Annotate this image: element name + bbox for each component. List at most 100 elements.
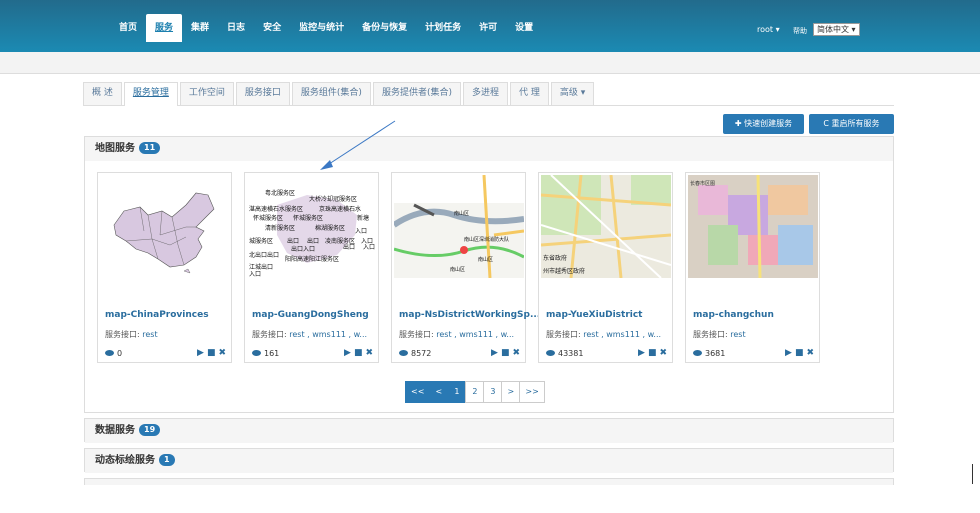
nav-services[interactable]: 服务 (146, 14, 183, 42)
data-services-header[interactable]: 数据服务 19 (85, 419, 893, 443)
service-name[interactable]: map-ChinaProvinces (105, 310, 209, 320)
stop-icon[interactable]: ■ (648, 348, 657, 358)
view-count: 43381 (558, 349, 584, 358)
more-panel (84, 478, 894, 485)
tab-overview[interactable]: 概 述 (83, 82, 122, 105)
map-thumbnail[interactable] (100, 175, 230, 278)
stop-icon[interactable]: ■ (501, 348, 510, 358)
tab-workspace[interactable]: 工作空间 (179, 82, 234, 105)
nav-home[interactable]: 首页 (110, 14, 146, 42)
interfaces-label: 服务接口: (399, 330, 434, 339)
map-label: 入口 (249, 271, 261, 278)
page-2[interactable]: 2 (465, 381, 485, 403)
tab-service-components[interactable]: 服务组件(集合) (291, 82, 371, 105)
play-icon[interactable]: ▶ (197, 348, 204, 358)
map-label: 怀城服务区 (293, 214, 323, 222)
restart-all-services-button[interactable]: C 重启所有服务 (809, 114, 894, 134)
map-label: 新塘 (357, 214, 369, 222)
page-first[interactable]: << (405, 381, 431, 403)
card-footer: 161 ▶ ■ ✖ (252, 348, 373, 358)
page-next[interactable]: > (501, 381, 521, 403)
service-card: 粤北服务区 大桥冷却冠服务区 湛高速横石水服务区 京珠高速横石水 怀城服务区 怀… (244, 172, 379, 363)
interfaces-label: 服务接口: (693, 330, 728, 339)
view-count: 8572 (411, 349, 432, 358)
tab-service-interface[interactable]: 服务接口 (235, 82, 290, 105)
dynamic-plotting-header[interactable]: 动态标绘服务 1 (85, 449, 893, 473)
interfaces-label: 服务接口: (546, 330, 581, 339)
nav-monitoring[interactable]: 监控与统计 (290, 14, 353, 42)
eye-icon (399, 350, 408, 356)
nav-backup[interactable]: 备份与恢复 (353, 14, 416, 42)
nav-security[interactable]: 安全 (254, 14, 290, 42)
eye-icon (546, 350, 555, 356)
play-icon[interactable]: ▶ (638, 348, 645, 358)
map-label: 京珠高速横石水 (319, 205, 361, 213)
map-label: 湛高速横石水服务区 (249, 205, 303, 213)
stop-icon[interactable]: ■ (795, 348, 804, 358)
nav-scheduled-tasks[interactable]: 计划任务 (416, 14, 470, 42)
tab-advanced[interactable]: 高级 ▾ (550, 82, 595, 105)
tab-service-providers[interactable]: 服务提供者(集合) (372, 82, 461, 105)
top-navbar: 首页 服务 集群 日志 安全 监控与统计 备份与恢复 计划任务 许可 设置 ro… (0, 0, 980, 52)
language-select[interactable]: 简体中文 ▾ (813, 23, 860, 36)
quick-create-service-button[interactable]: ✚ 快速创建服务 (723, 114, 804, 134)
interfaces-value[interactable]: rest , wms111 , w... (289, 330, 367, 339)
page-prev[interactable]: < (429, 381, 449, 403)
map-thumbnail[interactable]: 南山区深圳消防大队 南山区 南山区 南山区 (394, 175, 524, 278)
map-label: 南山区 (454, 210, 469, 217)
tab-multiprocess[interactable]: 多进程 (462, 82, 508, 105)
service-name[interactable]: map-GuangDongSheng (252, 310, 369, 320)
stop-icon[interactable]: ■ (207, 348, 216, 358)
card-actions: ▶ ■ ✖ (341, 348, 373, 358)
map-label: 粤北服务区 (265, 189, 295, 197)
delete-icon[interactable]: ✖ (218, 348, 226, 358)
service-interfaces: 服务接口: rest , wms111 , w... (252, 329, 367, 340)
play-icon[interactable]: ▶ (785, 348, 792, 358)
delete-icon[interactable]: ✖ (365, 348, 373, 358)
tab-service-management[interactable]: 服务管理 (123, 82, 178, 106)
nav-license[interactable]: 许可 (470, 14, 506, 42)
map-thumbnail[interactable]: 长春市区图 (688, 175, 818, 278)
service-interfaces: 服务接口: rest , wms111 , w... (399, 329, 514, 340)
interfaces-value[interactable]: rest , wms111 , w... (583, 330, 661, 339)
nav-logs[interactable]: 日志 (218, 14, 254, 42)
map-label: 入口 (363, 244, 375, 251)
play-icon[interactable]: ▶ (344, 348, 351, 358)
dynamic-plotting-panel: 动态标绘服务 1 (84, 448, 894, 473)
view-count: 161 (264, 349, 280, 358)
map-thumbnail[interactable]: 粤北服务区 大桥冷却冠服务区 湛高速横石水服务区 京珠高速横石水 怀城服务区 怀… (247, 175, 377, 278)
view-count: 0 (117, 349, 123, 358)
map-label: 江城出口 (249, 263, 273, 271)
interfaces-value[interactable]: rest , wms111 , w... (436, 330, 514, 339)
map-services-header[interactable]: 地图服务 11 (85, 137, 893, 161)
delete-icon[interactable]: ✖ (806, 348, 814, 358)
user-menu[interactable]: root ▾ (757, 25, 780, 34)
service-name[interactable]: map-changchun (693, 310, 774, 320)
help-link[interactable]: 帮助 (793, 26, 807, 36)
service-name[interactable]: map-NsDistrictWorkingSp... (399, 310, 540, 320)
more-panel-header[interactable] (85, 479, 893, 485)
interfaces-value[interactable]: rest (142, 330, 157, 339)
service-interfaces: 服务接口: rest (105, 329, 158, 340)
service-tabs: 概 述 服务管理 工作空间 服务接口 服务组件(集合) 服务提供者(集合) 多进… (83, 82, 894, 106)
interfaces-value[interactable]: rest (730, 330, 745, 339)
delete-icon[interactable]: ✖ (512, 348, 520, 358)
stop-icon[interactable]: ■ (354, 348, 363, 358)
text-cursor-icon (972, 464, 973, 484)
nav-settings[interactable]: 设置 (506, 14, 542, 42)
delete-icon[interactable]: ✖ (659, 348, 667, 358)
map-services-count: 11 (139, 142, 161, 154)
page-1[interactable]: 1 (447, 381, 467, 403)
page-last[interactable]: >> (519, 381, 545, 403)
map-thumbnail[interactable]: 东省政府 州市越秀区政府 (541, 175, 671, 278)
view-count: 3681 (705, 349, 726, 358)
card-actions: ▶ ■ ✖ (782, 348, 814, 358)
play-icon[interactable]: ▶ (491, 348, 498, 358)
data-services-count: 19 (139, 424, 161, 436)
service-name[interactable]: map-YueXiuDistrict (546, 310, 643, 320)
page-3[interactable]: 3 (483, 381, 503, 403)
tab-proxy[interactable]: 代 理 (510, 82, 549, 105)
eye-icon (693, 350, 702, 356)
nav-cluster[interactable]: 集群 (182, 14, 218, 42)
map-label: 北出口出口 (249, 251, 279, 259)
